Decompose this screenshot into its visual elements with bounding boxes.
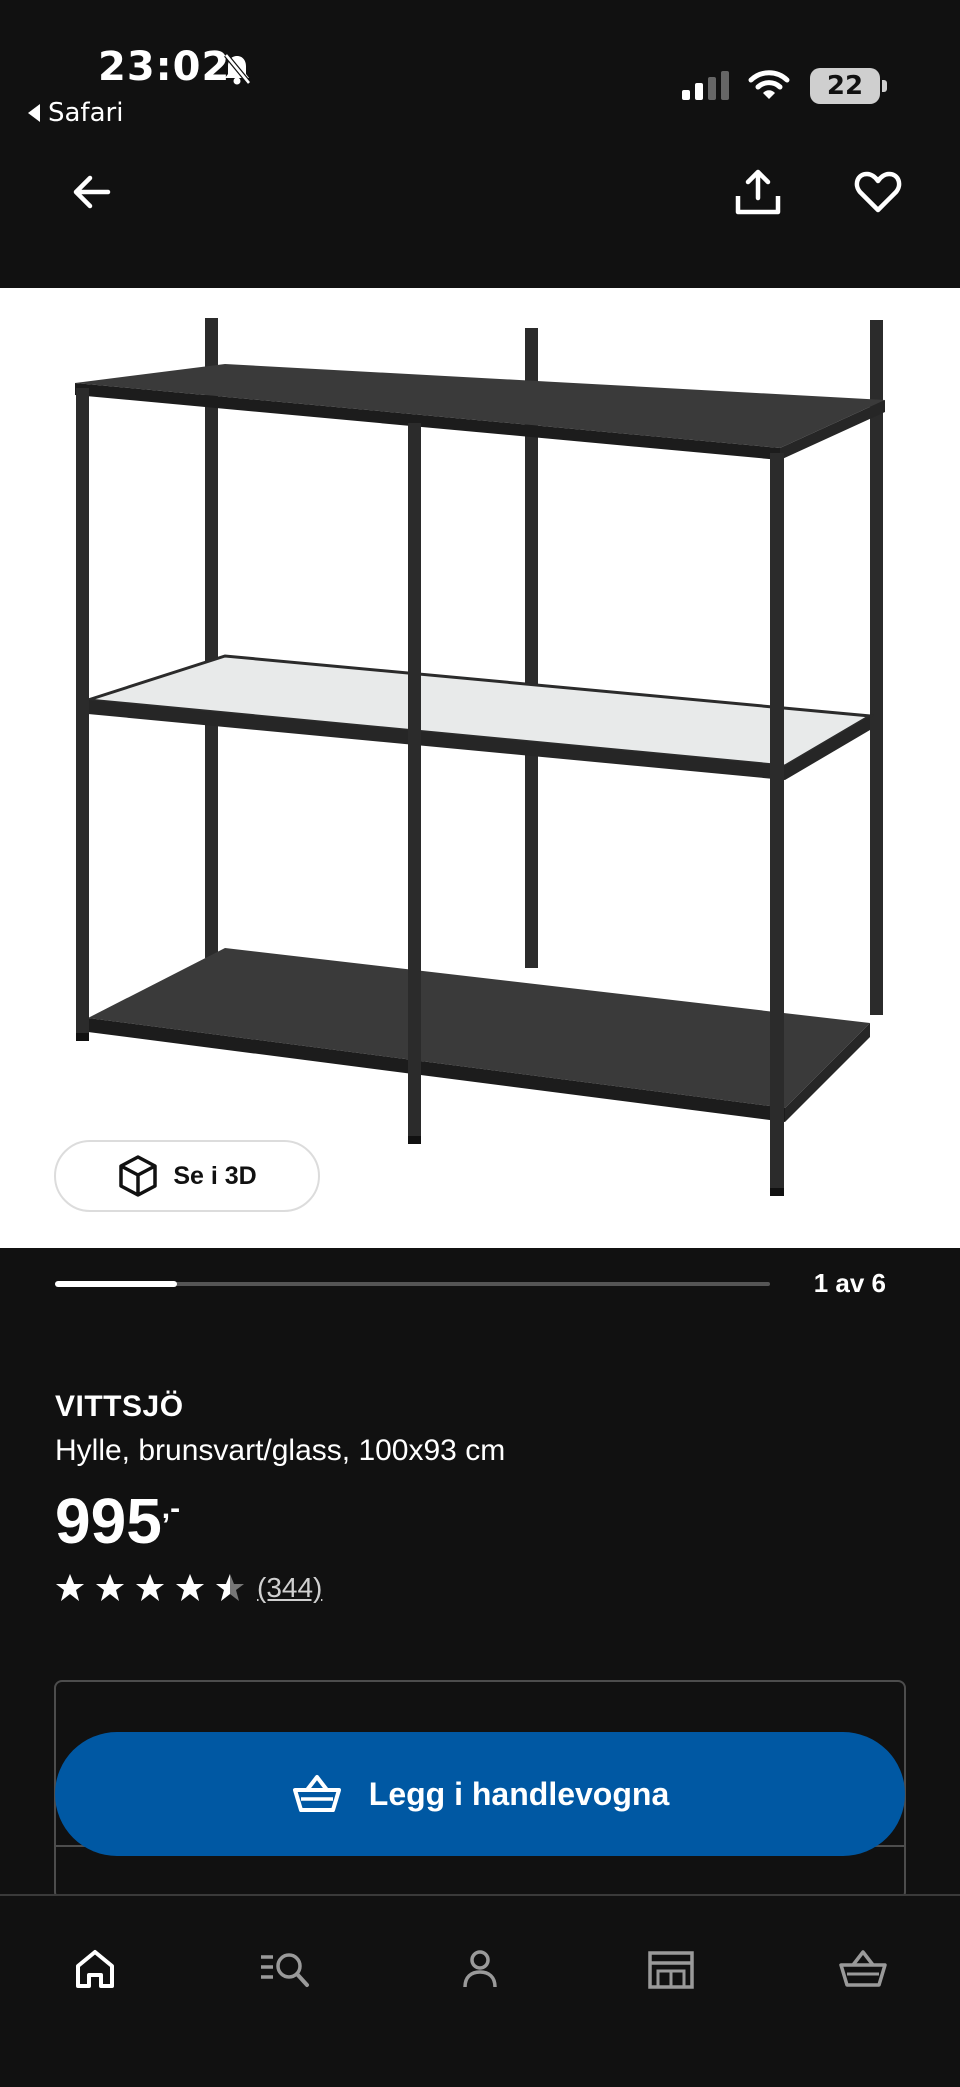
shelf-illustration bbox=[75, 318, 885, 1196]
favorite-button[interactable] bbox=[846, 160, 910, 224]
product-name: VITTSJÖ bbox=[55, 1390, 184, 1423]
tab-home[interactable] bbox=[50, 1924, 140, 2014]
profile-icon bbox=[463, 1950, 497, 1988]
view-3d-button[interactable]: Se i 3D bbox=[54, 1140, 320, 1212]
star-icon bbox=[216, 1574, 244, 1601]
add-to-cart-label: Legg i handlevogna bbox=[368, 1775, 670, 1812]
heart-icon bbox=[854, 171, 902, 213]
battery-level: 22 bbox=[826, 71, 864, 101]
share-icon bbox=[735, 169, 781, 215]
view-3d-label: Se i 3D bbox=[173, 1161, 257, 1190]
share-button[interactable] bbox=[726, 160, 790, 224]
product-image[interactable] bbox=[0, 288, 960, 1248]
cellular-signal-icon bbox=[682, 71, 729, 100]
battery-nub bbox=[882, 80, 887, 92]
wifi-icon bbox=[748, 70, 790, 99]
cart-icon bbox=[839, 1950, 887, 1987]
home-icon bbox=[76, 1950, 114, 1988]
search-list-icon bbox=[261, 1953, 309, 1987]
product-description: Hylle, brunsvart/glass, 100x93 cm bbox=[55, 1434, 506, 1467]
battery-icon: 22 bbox=[810, 68, 880, 104]
tab-profile[interactable] bbox=[435, 1924, 525, 2014]
star-icon bbox=[56, 1574, 84, 1601]
cube-3d-icon bbox=[119, 1155, 158, 1197]
status-time: 23:02 bbox=[98, 44, 231, 90]
star-icon bbox=[96, 1574, 124, 1601]
price-suffix: ,- bbox=[161, 1492, 181, 1525]
gallery-progress-fill bbox=[55, 1281, 177, 1287]
bottom-tab-bar bbox=[0, 1894, 960, 2087]
image-counter: 1 av 6 bbox=[813, 1268, 886, 1298]
arrow-left-icon bbox=[73, 175, 111, 209]
rating[interactable]: (344) bbox=[55, 1572, 322, 1604]
star-icon bbox=[176, 1574, 204, 1601]
add-to-cart-button[interactable]: Legg i handlevogna bbox=[55, 1732, 905, 1856]
tab-cart[interactable] bbox=[818, 1924, 908, 2014]
product-price: 995 ,- bbox=[55, 1484, 180, 1558]
cart-basket-icon bbox=[292, 1775, 341, 1812]
back-to-safari[interactable]: Safari bbox=[28, 98, 123, 128]
back-app-label: Safari bbox=[48, 98, 124, 128]
star-icon bbox=[136, 1574, 164, 1601]
back-triangle-icon bbox=[28, 104, 40, 122]
review-count-link[interactable]: (344) bbox=[257, 1572, 322, 1604]
bell-slash-icon bbox=[224, 53, 251, 85]
back-button[interactable] bbox=[60, 160, 124, 224]
rating-stars bbox=[55, 1573, 245, 1603]
price-value: 995 bbox=[55, 1485, 162, 1557]
store-icon bbox=[648, 1951, 694, 1989]
tab-stores[interactable] bbox=[626, 1924, 716, 2014]
tab-search[interactable] bbox=[241, 1924, 331, 2014]
